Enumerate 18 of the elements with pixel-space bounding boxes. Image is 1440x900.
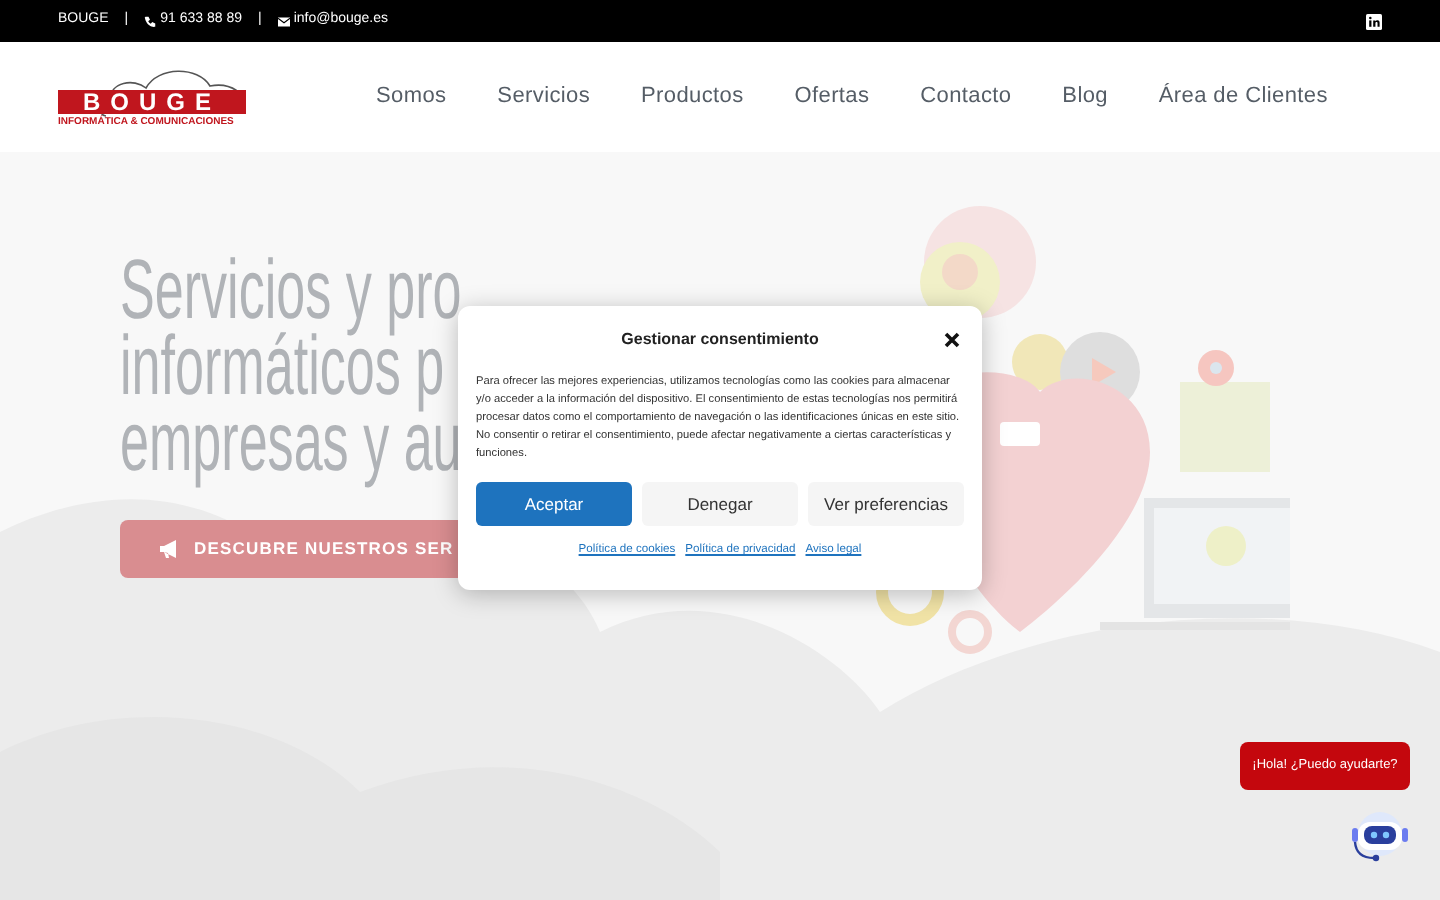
envelope-icon — [277, 15, 290, 27]
logo-wordmark: BOUGE — [58, 89, 246, 113]
nav-link[interactable]: Somos — [376, 80, 447, 114]
chatbot-robot-icon[interactable] — [1346, 806, 1412, 866]
megaphone-icon — [160, 540, 180, 558]
consent-option-button[interactable]: Denegar — [642, 482, 798, 526]
accept-button[interactable]: Aceptar — [476, 482, 632, 526]
dialog-title: Gestionar consentimiento — [621, 328, 819, 352]
nav-link[interactable]: Productos — [641, 80, 744, 114]
phone-icon — [144, 15, 157, 27]
nav-link[interactable]: Servicios — [497, 80, 591, 114]
consent-option-button[interactable]: Ver preferencias — [808, 482, 964, 526]
linkedin-icon[interactable] — [1366, 13, 1382, 29]
close-icon[interactable] — [944, 332, 960, 348]
nav-link[interactable]: Ofertas — [794, 80, 870, 114]
nav-link[interactable]: Blog — [1062, 80, 1108, 114]
nav-link[interactable]: Contacto — [920, 80, 1012, 114]
nav-link[interactable]: Área de Clientes — [1158, 80, 1328, 114]
